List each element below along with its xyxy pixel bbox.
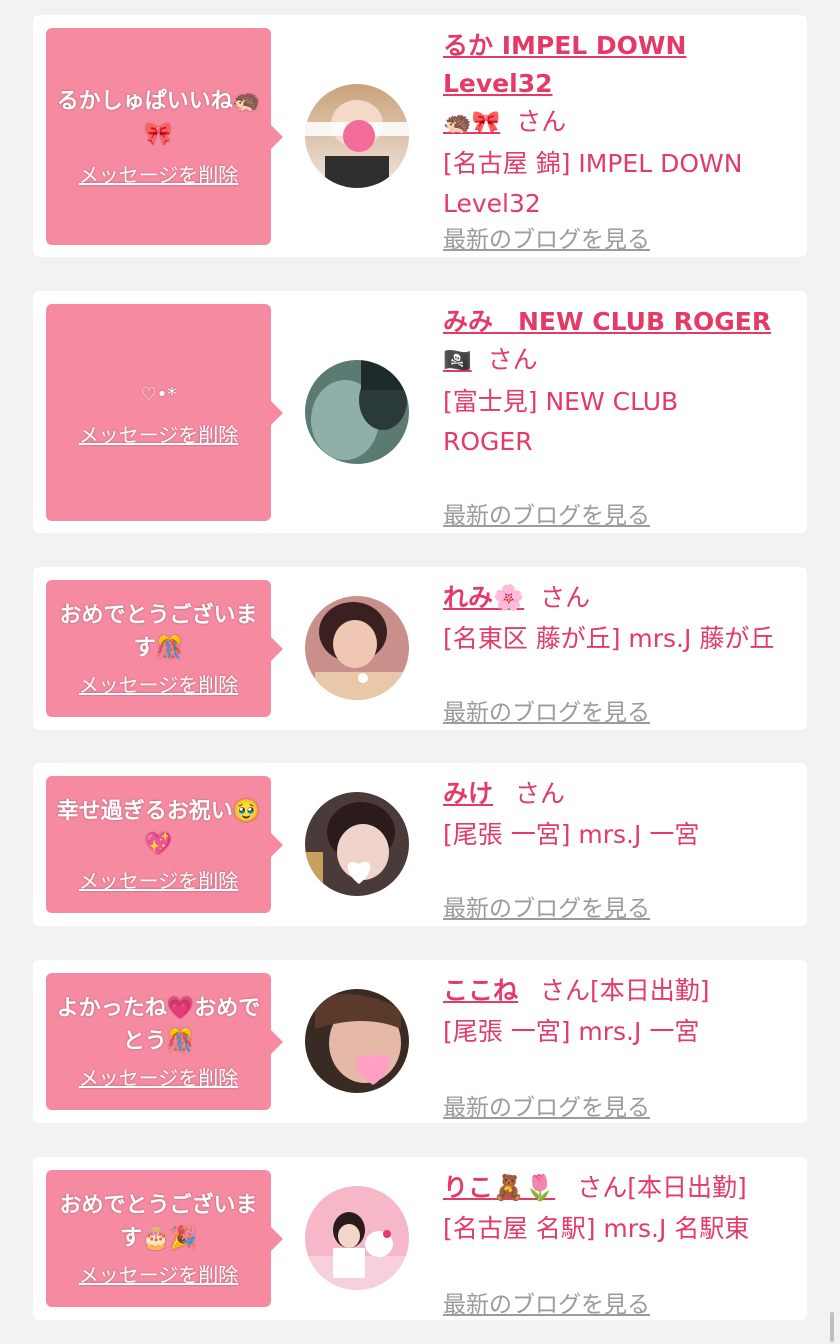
avatar-photo-icon — [305, 792, 409, 896]
san-suffix: さん — [577, 1173, 628, 1202]
girl-info: みみ NEW CLUB ROGER 🏴‍☠️ さん [富士見] NEW CLUB … — [443, 303, 797, 529]
avatar-photo-icon — [305, 360, 409, 464]
message-text: 幸せ過ぎるお祝い🥹💖 — [56, 799, 261, 857]
message-bubble: ♡•* メッセージを削除 — [46, 304, 283, 521]
girl-name-link[interactable]: みけ — [443, 779, 493, 808]
message-card: よかったね💗おめでとう🎊 メッセージを削除 ここね さん[本日出勤] [尾張 一宮… — [33, 960, 807, 1123]
avatar-photo-icon — [305, 596, 409, 700]
latest-blog-link[interactable]: 最新のブログを見る — [443, 220, 650, 254]
delete-message-link[interactable]: メッセージを削除 — [79, 1259, 239, 1288]
message-bubble: るかしゅぱいいね🦔🎀 メッセージを削除 — [46, 28, 283, 245]
girl-info: みけ さん [尾張 一宮] mrs.J 一宮 最新のブログを見る — [443, 775, 797, 922]
avatar[interactable] — [305, 1186, 409, 1290]
girl-info: りこ🧸🌷 さん[本日出勤] [名古屋 名駅] mrs.J 名駅東 最新のブログを見… — [443, 1169, 797, 1318]
latest-blog-link[interactable]: 最新のブログを見る — [443, 693, 650, 727]
girl-info: れみ🌸 さん [名東区 藤が丘] mrs.J 藤が丘 最新のブログを見る — [443, 579, 797, 726]
message-text: ♡•* — [140, 383, 177, 405]
avatar-photo-icon — [305, 989, 409, 1093]
latest-blog-link[interactable]: 最新のブログを見る — [443, 889, 650, 923]
girl-info: ここね さん[本日出勤] [尾張 一宮] mrs.J 一宮 最新のブログを見る — [443, 972, 797, 1121]
name-emoji: 🏴‍☠️ — [443, 348, 472, 374]
girl-info: るか IMPEL DOWN Level32 🦔🎀 さん [名古屋 錦] IMPEL… — [443, 27, 797, 253]
latest-blog-link[interactable]: 最新のブログを見る — [443, 496, 650, 530]
san-suffix: さん — [540, 976, 591, 1005]
delete-message-link[interactable]: メッセージを削除 — [79, 419, 239, 448]
message-bubble: おめでとうございます🎂🎉 メッセージを削除 — [46, 1170, 283, 1307]
name-line: みみ NEW CLUB ROGER — [443, 303, 797, 341]
shop-info: [尾張 一宮] mrs.J 一宮 — [443, 1017, 700, 1046]
girl-name-link[interactable]: ここね — [443, 976, 518, 1005]
message-card: 幸せ過ぎるお祝い🥹💖 メッセージを削除 みけ さん [尾張 一宮] mrs.J 一… — [33, 763, 807, 926]
shop-info: [名古屋 錦] IMPEL DOWN Level32 — [443, 149, 743, 218]
avatar-photo-icon — [305, 84, 409, 188]
message-bubble: おめでとうございます🎊 メッセージを削除 — [46, 580, 283, 717]
today-attendance-badge: [本日出勤] — [590, 976, 710, 1005]
message-bubble: 幸せ過ぎるお祝い🥹💖 メッセージを削除 — [46, 776, 283, 913]
delete-message-link[interactable]: メッセージを削除 — [79, 159, 239, 188]
latest-blog-link[interactable]: 最新のブログを見る — [443, 1088, 650, 1122]
message-bubble: よかったね💗おめでとう🎊 メッセージを削除 — [46, 973, 283, 1110]
name-line: りこ🧸🌷 さん[本日出勤] — [443, 1169, 797, 1207]
shop-info: [名東区 藤が丘] mrs.J 藤が丘 — [443, 624, 775, 653]
san-suffix: さん — [540, 583, 591, 612]
san-suffix: さん — [516, 107, 567, 136]
delete-message-link[interactable]: メッセージを削除 — [79, 1062, 239, 1091]
delete-message-link[interactable]: メッセージを削除 — [79, 865, 239, 894]
shop-info: [富士見] NEW CLUB ROGER — [443, 387, 679, 456]
name-line: ここね さん[本日出勤] — [443, 972, 797, 1010]
girl-name-link[interactable]: みみ NEW CLUB ROGER — [443, 307, 771, 336]
message-card: おめでとうございます🎂🎉 メッセージを削除 りこ🧸🌷 さん[本日出勤] [名古屋 … — [33, 1157, 807, 1320]
name-line: れみ🌸 さん — [443, 579, 797, 617]
avatar[interactable] — [305, 792, 409, 896]
name-line: みけ さん — [443, 775, 797, 813]
shop-info: [尾張 一宮] mrs.J 一宮 — [443, 820, 700, 849]
message-text: るかしゅぱいいね🦔🎀 — [56, 89, 261, 147]
avatar[interactable] — [305, 596, 409, 700]
san-suffix: さん — [515, 779, 566, 808]
delete-message-link[interactable]: メッセージを削除 — [79, 669, 239, 698]
avatar[interactable] — [305, 989, 409, 1093]
avatar[interactable] — [305, 84, 409, 188]
avatar-photo-icon — [305, 1186, 409, 1290]
avatar[interactable] — [305, 360, 409, 464]
girl-name-link[interactable]: れみ🌸 — [443, 583, 524, 612]
girl-name-link[interactable]: りこ🧸🌷 — [443, 1173, 555, 1202]
san-suffix: さん — [487, 345, 538, 374]
message-text: おめでとうございます🎊 — [59, 603, 258, 661]
message-card: るかしゅぱいいね🦔🎀 メッセージを削除 るか IMPEL DOWN Level3… — [33, 15, 807, 257]
message-text: おめでとうございます🎂🎉 — [59, 1193, 258, 1251]
scrollbar[interactable] — [830, 1312, 834, 1342]
latest-blog-link[interactable]: 最新のブログを見る — [443, 1285, 650, 1319]
shop-info: [名古屋 名駅] mrs.J 名駅東 — [443, 1214, 750, 1243]
message-card: ♡•* メッセージを削除 みみ NEW CLUB ROGER 🏴‍☠️ さん [富… — [33, 291, 807, 533]
name-line-2: 🏴‍☠️ さん — [443, 341, 797, 380]
today-attendance-badge: [本日出勤] — [627, 1173, 747, 1202]
name-line-2: 🦔🎀 さん — [443, 103, 797, 142]
girl-name-link[interactable]: るか IMPEL DOWN Level32 — [443, 31, 686, 98]
message-text: よかったね💗おめでとう🎊 — [56, 996, 261, 1054]
name-emoji: 🦔🎀 — [443, 110, 501, 136]
message-card: おめでとうございます🎊 メッセージを削除 れみ🌸 さん [名東区 藤が丘] mrs… — [33, 567, 807, 730]
name-line: るか IMPEL DOWN Level32 — [443, 27, 797, 103]
